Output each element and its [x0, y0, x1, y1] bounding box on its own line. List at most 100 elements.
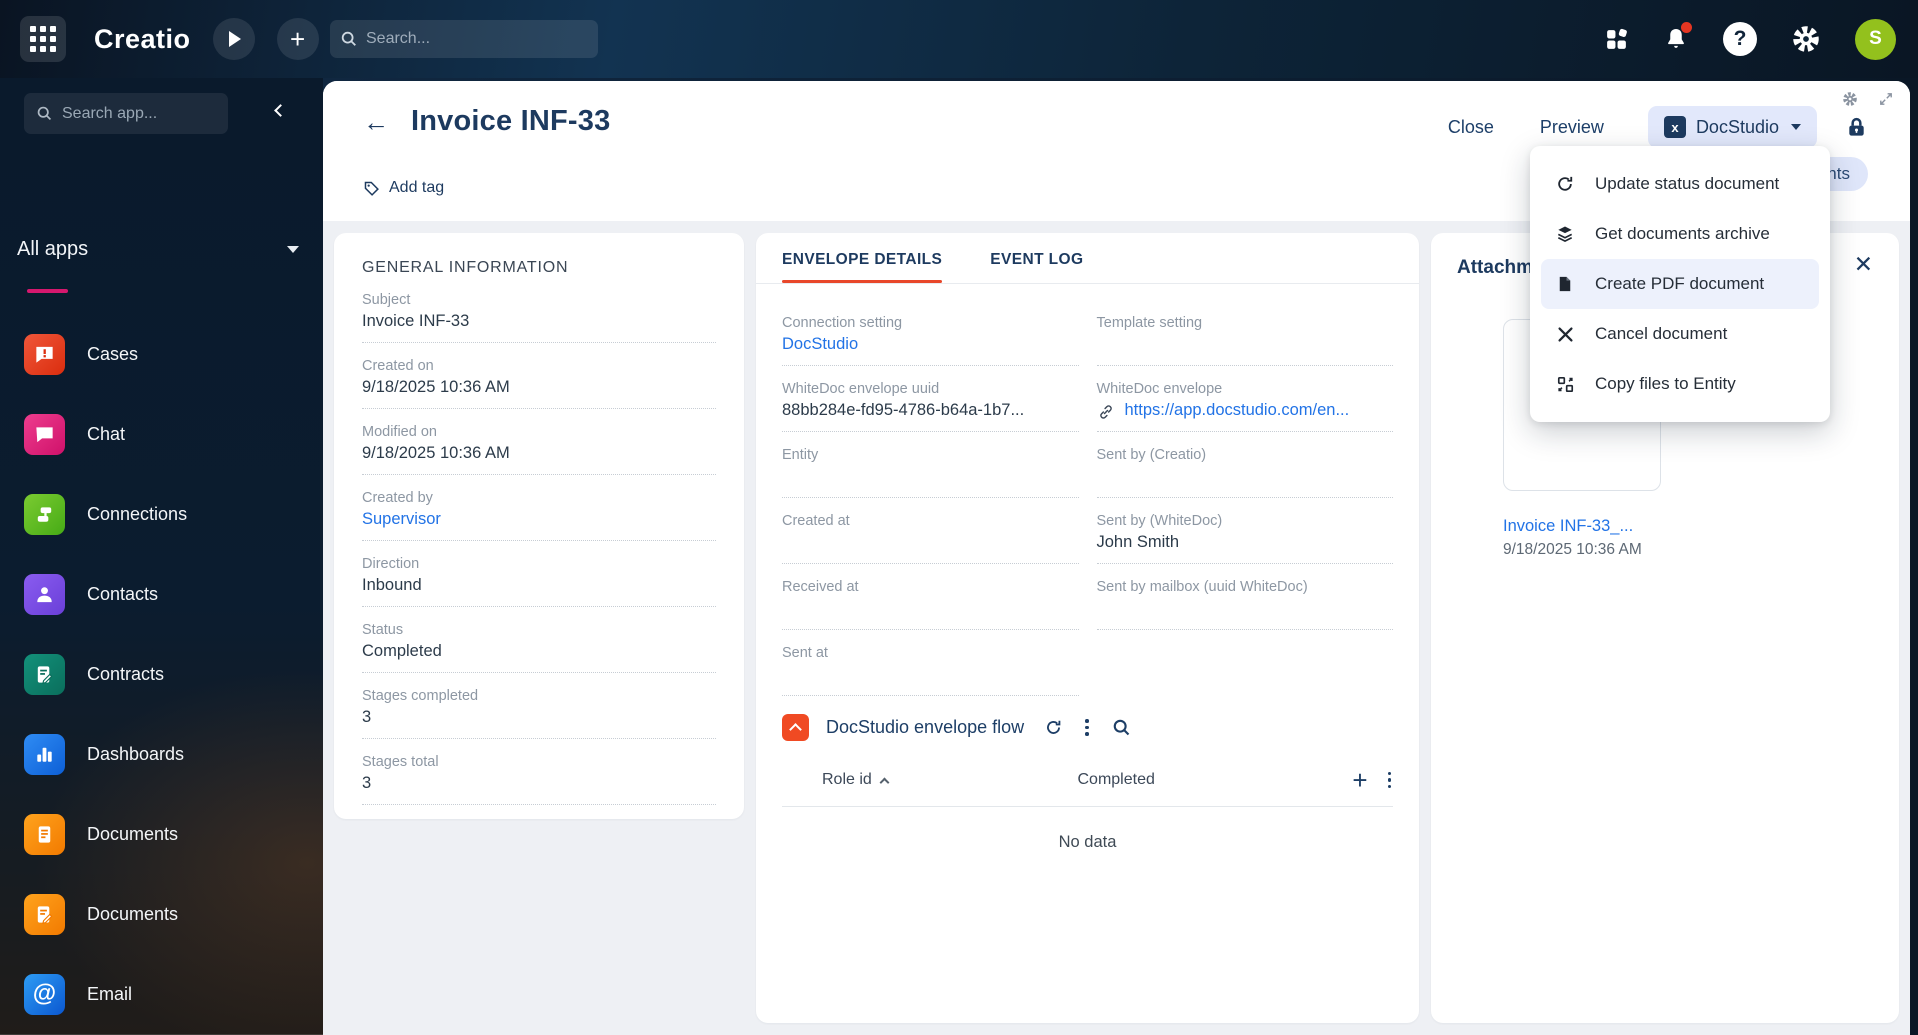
back-arrow-icon[interactable]: ←: [363, 109, 389, 135]
chat-icon: [24, 413, 65, 455]
topbar-actions: ? S: [1604, 0, 1918, 78]
field-created-on[interactable]: Created on 9/18/2025 10:36 AM: [362, 358, 716, 409]
field-connection-setting[interactable]: Connection setting DocStudio: [782, 315, 1079, 366]
workplace-switcher-icon[interactable]: [1604, 27, 1629, 52]
docstudio-button[interactable]: x DocStudio: [1647, 106, 1817, 148]
creatio-logo: Creatio: [94, 23, 191, 54]
sidebar-item-documents[interactable]: Documents: [0, 794, 323, 874]
field-whitedoc-envelope-uuid[interactable]: WhiteDoc envelope uuid 88bb284e-fd95-478…: [782, 381, 1079, 432]
whitedoc-envelope-link[interactable]: https://app.docstudio.com/en...: [1125, 401, 1350, 422]
table-menu-kebab-icon[interactable]: [1386, 770, 1394, 791]
sidebar-item-connections[interactable]: Connections: [0, 474, 323, 554]
notification-badge: [1681, 22, 1692, 33]
global-search-input[interactable]: [366, 30, 566, 48]
app-search-input[interactable]: [62, 104, 212, 123]
tag-icon: [364, 181, 379, 196]
settings-gear-icon[interactable]: [1791, 24, 1821, 54]
section-menu-kebab-icon[interactable]: [1083, 717, 1091, 738]
link-icon: [1099, 404, 1112, 419]
layers-icon: [1554, 223, 1576, 245]
sidebar-item-contacts[interactable]: Contacts: [0, 554, 323, 634]
general-information-card: GENERAL INFORMATION Subject Invoice INF-…: [334, 233, 744, 819]
field-entity[interactable]: Entity: [782, 447, 1079, 498]
file-icon: [1554, 273, 1576, 295]
user-avatar[interactable]: S: [1855, 18, 1896, 60]
field-subject[interactable]: Subject Invoice INF-33: [362, 292, 716, 343]
copy-icon: [1554, 373, 1576, 395]
sidebar-item-dashboards[interactable]: Dashboards: [0, 714, 323, 794]
add-button[interactable]: +: [276, 18, 319, 60]
field-sent-by-whitedoc[interactable]: Sent by (WhiteDoc) John Smith: [1096, 513, 1393, 564]
app-list: Cases Chat Connections Contacts Contract…: [0, 314, 323, 1035]
search-icon[interactable]: [1111, 717, 1132, 738]
sidebar-item-chat[interactable]: Chat: [0, 394, 323, 474]
menu-item-cancel-document[interactable]: Cancel document: [1541, 309, 1819, 359]
field-received-at[interactable]: Received at: [782, 579, 1079, 630]
field-stages-total[interactable]: Stages total 3: [362, 754, 716, 805]
field-direction[interactable]: Direction Inbound: [362, 556, 716, 607]
app-search[interactable]: [24, 93, 228, 134]
tab-envelope-details[interactable]: ENVELOPE DETAILS: [782, 251, 943, 283]
cases-icon: [24, 333, 65, 375]
sidebar-item-contracts[interactable]: Contracts: [0, 634, 323, 714]
field-created-by[interactable]: Created by Supervisor: [362, 490, 716, 541]
sidebar-item-cases[interactable]: Cases: [0, 314, 323, 394]
field-created-at[interactable]: Created at: [782, 513, 1079, 564]
field-whitedoc-envelope[interactable]: WhiteDoc envelope https://app.docstudio.…: [1096, 381, 1393, 432]
field-modified-on[interactable]: Modified on 9/18/2025 10:36 AM: [362, 424, 716, 475]
top-bar: Creatio + ? S: [0, 0, 1918, 78]
add-tag-button[interactable]: Add tag: [363, 179, 444, 197]
help-icon[interactable]: ?: [1723, 22, 1757, 56]
column-role-id[interactable]: Role id: [822, 771, 1078, 789]
email-icon: @: [24, 973, 65, 1015]
notifications-bell-icon[interactable]: [1663, 22, 1692, 52]
play-icon: [229, 31, 242, 47]
lock-icon[interactable]: [1845, 116, 1868, 139]
envelope-flow-title[interactable]: DocStudio envelope flow: [826, 717, 1024, 738]
attachment-file-link[interactable]: Invoice INF-33_...: [1503, 517, 1873, 536]
field-stages-completed[interactable]: Stages completed 3: [362, 688, 716, 739]
page-title: Invoice INF-33: [411, 105, 611, 137]
run-process-button[interactable]: [212, 18, 255, 60]
menu-item-update-status[interactable]: Update status document: [1541, 159, 1819, 209]
tab-event-log[interactable]: EVENT LOG: [990, 251, 1083, 283]
envelope-flow-header: DocStudio envelope flow: [782, 714, 1393, 741]
preview-button[interactable]: Preview: [1540, 117, 1604, 138]
docstudio-logo-icon: x: [1663, 116, 1686, 138]
collapse-section-icon[interactable]: [782, 714, 809, 741]
docstudio-dropdown-menu: Update status document Get documents arc…: [1530, 146, 1830, 422]
collapse-sidebar-icon[interactable]: [274, 104, 287, 117]
page-tools: [1842, 91, 1894, 107]
menu-item-create-pdf[interactable]: Create PDF document: [1541, 259, 1819, 309]
sidebar-item-documents-2[interactable]: Documents: [0, 874, 323, 954]
contacts-icon: [24, 573, 65, 615]
sidebar: All apps Cases Chat Connections Contacts: [0, 78, 323, 1035]
app-grid-icon[interactable]: [20, 16, 66, 62]
documents-icon: [24, 813, 65, 855]
column-completed[interactable]: Completed: [1078, 771, 1334, 789]
close-icon[interactable]: ✕: [1854, 253, 1873, 276]
global-search[interactable]: [330, 20, 598, 58]
created-by-link[interactable]: Supervisor: [362, 510, 716, 531]
expand-icon[interactable]: [1878, 91, 1894, 107]
chevron-down-icon: [287, 246, 299, 253]
menu-item-get-archive[interactable]: Get documents archive: [1541, 209, 1819, 259]
connection-setting-link[interactable]: DocStudio: [782, 335, 1079, 356]
page-settings-gear-icon[interactable]: [1842, 91, 1858, 107]
field-template-setting[interactable]: Template setting: [1096, 315, 1393, 366]
refresh-icon[interactable]: [1044, 718, 1063, 737]
contracts-icon: [24, 653, 65, 695]
envelope-fields: Connection setting DocStudio Template se…: [756, 284, 1419, 696]
close-button[interactable]: Close: [1448, 117, 1494, 138]
general-information-title: GENERAL INFORMATION: [362, 259, 569, 276]
all-apps-selector[interactable]: All apps: [17, 238, 299, 261]
field-status[interactable]: Status Completed: [362, 622, 716, 673]
chevron-down-icon: [1791, 124, 1801, 130]
field-sent-by-creatio[interactable]: Sent by (Creatio): [1096, 447, 1393, 498]
menu-item-copy-files[interactable]: Copy files to Entity: [1541, 359, 1819, 409]
add-row-icon[interactable]: +: [1352, 767, 1367, 793]
sidebar-item-email[interactable]: @ Email: [0, 954, 323, 1034]
envelope-details-card: ENVELOPE DETAILS EVENT LOG Connection se…: [756, 233, 1419, 1023]
field-sent-by-mailbox[interactable]: Sent by mailbox (uuid WhiteDoc): [1096, 579, 1393, 630]
field-sent-at[interactable]: Sent at: [782, 645, 1079, 696]
